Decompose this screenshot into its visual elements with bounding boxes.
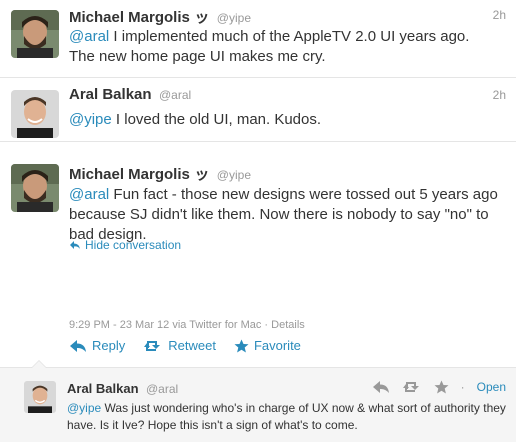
retweet-icon[interactable] [402,380,422,394]
timestamp[interactable]: 2h [493,88,506,102]
tweet-expanded[interactable]: Michael Margolis ッ @yipe @aral Fun fact … [0,142,516,368]
tweet-body: Was just wondering who's in charge of UX… [67,401,506,432]
favorite-label: Favorite [253,338,301,353]
avatar[interactable] [11,90,59,138]
timestamp[interactable]: 2h [493,8,506,22]
mention-link[interactable]: @aral [69,186,109,203]
reply-label: Reply [92,338,126,353]
hide-conversation-label: Hide conversation [85,238,182,252]
tweet-header: Michael Margolis ッ @yipe [69,6,251,27]
open-link[interactable]: Open [477,380,506,394]
author-name[interactable]: Michael Margolis [69,9,190,26]
hide-conversation-link[interactable]: Hide conversation [69,238,181,252]
favorite-button[interactable]: Favorite [234,338,301,353]
avatar[interactable] [11,164,59,212]
reply-icon[interactable] [372,380,390,394]
star-icon [234,339,249,352]
tweet[interactable]: Aral Balkan @aral 2h @yipe I loved the o… [0,78,516,142]
author-handle[interactable]: @yipe [217,168,251,182]
reply-tweet[interactable]: Aral Balkan @aral · Open @yipe Was just … [0,368,516,442]
tweet-meta[interactable]: 9:29 PM - 23 Mar 12 via Twitter for Mac … [69,319,305,331]
separator: · [460,380,465,394]
reply-tweet-actions: · Open [372,380,506,394]
mention-link[interactable]: @yipe [69,111,112,128]
tweet-body: Fun fact - those new designs were tossed… [69,186,498,243]
tweet[interactable]: Michael Margolis ッ @yipe 2h @aral I impl… [0,0,516,78]
tweet-text: @yipe I loved the old UI, man. Kudos. [69,110,499,130]
mention-link[interactable]: @aral [69,28,109,45]
tweet-header: Aral Balkan @aral [69,86,191,104]
retweet-icon [144,340,161,351]
tweet-text: @yipe Was just wondering who's in charge… [67,400,507,434]
tweet-text: @aral I implemented much of the AppleTV … [69,27,499,67]
author-name[interactable]: Michael Margolis [69,166,190,183]
mention-link[interactable]: @yipe [67,401,101,415]
author-name[interactable]: Aral Balkan [67,381,139,396]
reply-button[interactable]: Reply [69,338,125,353]
tweet-header: Aral Balkan @aral [67,380,178,398]
reply-icon [70,339,86,352]
author-handle[interactable]: @yipe [217,11,251,25]
hide-conversation-icon [70,241,80,249]
author-handle[interactable]: @aral [159,88,191,102]
avatar[interactable] [11,10,59,58]
author-handle[interactable]: @aral [146,382,178,396]
tweet-body: I loved the old UI, man. Kudos. [111,111,322,128]
retweet-button[interactable]: Retweet [143,338,216,353]
tweet-header: Michael Margolis ッ @yipe [69,163,251,184]
retweet-label: Retweet [168,338,216,353]
tweet-body: I implemented much of the AppleTV 2.0 UI… [69,28,470,65]
author-name[interactable]: Aral Balkan [69,86,152,103]
author-badge: ッ [194,9,210,26]
avatar[interactable] [24,381,56,413]
tweet-actions: Reply Retweet Favorite [69,338,301,353]
tweet-text: @aral Fun fact - those new designs were … [69,185,499,245]
author-badge: ッ [194,166,210,183]
star-icon[interactable] [434,380,449,394]
